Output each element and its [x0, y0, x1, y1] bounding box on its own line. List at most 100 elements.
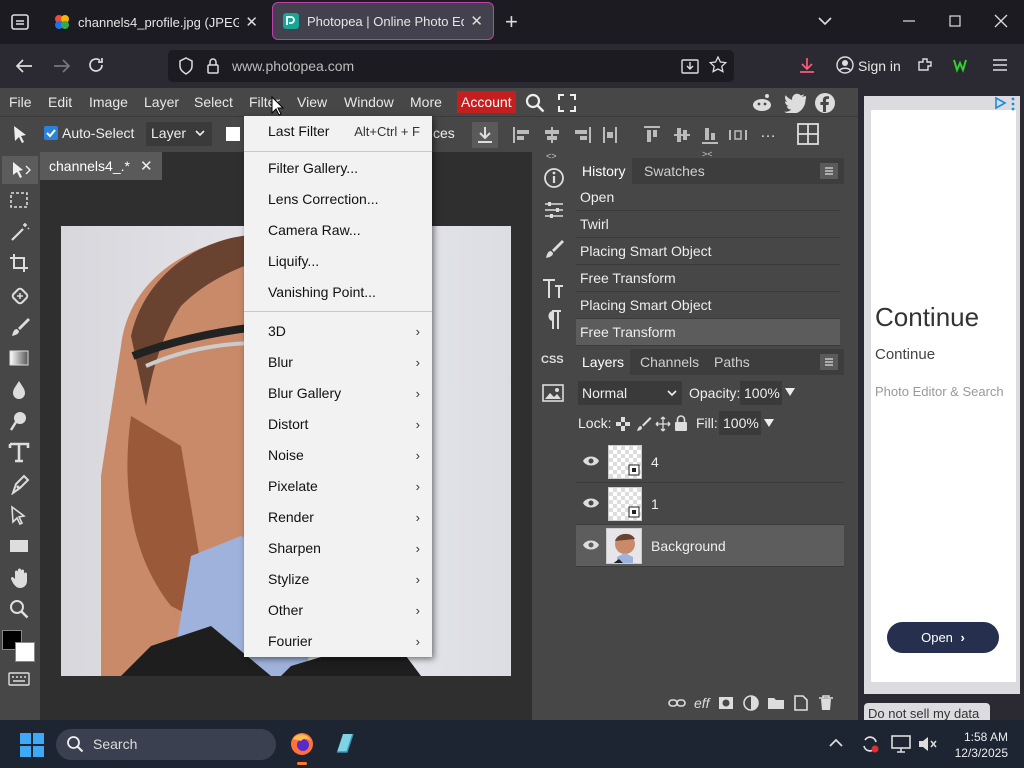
tab-history[interactable]: History [576, 158, 632, 184]
align-right-icon[interactable] [572, 125, 592, 145]
back-arrow-icon[interactable] [14, 57, 34, 75]
history-panel-menu-icon[interactable] [820, 163, 838, 179]
save-page-icon[interactable] [681, 57, 699, 75]
taskbar-search-box[interactable] [56, 729, 276, 760]
taskbar-date[interactable]: 12/3/2025 [948, 746, 1008, 760]
arrange-grid-icon[interactable] [797, 123, 819, 145]
brush-tool-icon[interactable] [9, 316, 31, 338]
menu-select[interactable]: Select [194, 88, 233, 116]
menu-layer[interactable]: Layer [144, 88, 179, 116]
align-middle-icon[interactable] [672, 125, 692, 145]
type-tool-icon[interactable] [8, 441, 30, 463]
tab-close-icon[interactable]: ✕ [239, 13, 258, 31]
menu-item-camera-raw[interactable]: Camera Raw... [244, 215, 432, 246]
keyboard-icon[interactable] [8, 672, 30, 686]
move-tool-icon[interactable] [10, 124, 32, 146]
tab-overview-icon[interactable] [10, 12, 30, 32]
download-align-icon[interactable] [472, 122, 498, 148]
pen-tool-icon[interactable] [9, 473, 31, 495]
ad-subheadline[interactable]: Continue [875, 346, 935, 363]
bookmark-star-icon[interactable] [709, 56, 727, 74]
new-tab-button[interactable]: + [505, 9, 518, 35]
align-center-icon[interactable] [542, 125, 562, 145]
character-icon[interactable] [541, 276, 565, 300]
ad-description[interactable]: Photo Editor & Search [875, 384, 1004, 399]
taskbar-time[interactable]: 1:58 AM [948, 730, 1008, 744]
downloads-icon[interactable] [798, 56, 816, 74]
menu-item-3d[interactable]: 3D › [244, 316, 432, 347]
extensions-icon[interactable] [916, 56, 934, 74]
tray-chevron-up-icon[interactable] [828, 736, 844, 750]
distribute-horizontal-icon[interactable] [728, 125, 748, 145]
opacity-input[interactable]: 100% [740, 381, 782, 405]
menu-item-stylize[interactable]: Stylize › [244, 564, 432, 595]
history-item[interactable]: Free Transform [576, 265, 840, 292]
fullscreen-icon[interactable] [557, 93, 577, 113]
extension-w-icon[interactable] [952, 56, 972, 74]
layer-row-selected[interactable]: Background [576, 525, 844, 567]
visibility-eye-icon[interactable] [582, 539, 600, 551]
layer-row[interactable]: 1 [576, 483, 844, 525]
background-color-swatch[interactable] [15, 642, 35, 662]
monitor-icon[interactable] [891, 735, 911, 753]
menu-item-filter-gallery[interactable]: Filter Gallery... [244, 153, 432, 184]
menu-item-pixelate[interactable]: Pixelate › [244, 471, 432, 502]
info-icon[interactable] [543, 167, 565, 189]
menu-item-blur-gallery[interactable]: Blur Gallery › [244, 378, 432, 409]
layer-effects-button[interactable]: eff [694, 695, 710, 711]
menu-window[interactable]: Window [344, 88, 394, 116]
lock-position-icon[interactable] [655, 416, 671, 432]
menu-more[interactable]: More [410, 88, 442, 116]
history-item[interactable]: Placing Smart Object [576, 238, 840, 265]
lock-transparency-icon[interactable] [616, 417, 630, 431]
menu-item-sharpen[interactable]: Sharpen › [244, 533, 432, 564]
tab-channels[interactable]: Channels [634, 349, 705, 375]
tab-close-icon[interactable]: ✕ [464, 12, 483, 30]
menu-item-blur[interactable]: Blur › [244, 347, 432, 378]
windows-start-icon[interactable] [20, 733, 44, 757]
url-text[interactable]: www.photopea.com [232, 58, 354, 74]
fill-dropdown-arrow-icon[interactable] [763, 417, 775, 429]
brush-settings-icon[interactable] [543, 238, 565, 260]
menu-item-render[interactable]: Render › [244, 502, 432, 533]
move-tool-button[interactable] [2, 156, 38, 184]
app-taskbar-icon[interactable] [333, 732, 357, 756]
layers-panel-menu-icon[interactable] [820, 354, 838, 370]
lock-pixels-brush-icon[interactable] [636, 416, 652, 432]
delete-layer-trash-icon[interactable] [818, 695, 834, 711]
more-options-icon[interactable]: … [760, 124, 776, 142]
history-item-current[interactable]: Free Transform [576, 319, 840, 346]
hamburger-menu-icon[interactable] [991, 57, 1009, 73]
layer-row[interactable]: 4 [576, 441, 844, 483]
fill-input[interactable]: 100% [719, 411, 761, 435]
reddit-icon[interactable] [751, 92, 773, 114]
browser-tab-jpeg[interactable]: channels4_profile.jpg (JPEG Ima ✕ [44, 0, 268, 44]
do-not-sell-link[interactable]: Do not sell my data [864, 703, 990, 720]
account-avatar-icon[interactable] [836, 56, 854, 74]
menu-file[interactable]: File [9, 88, 32, 116]
ad-headline[interactable]: Continue [875, 302, 979, 333]
history-item[interactable]: Twirl [576, 211, 840, 238]
ad-open-button[interactable]: Open › [887, 622, 999, 653]
path-select-tool-icon[interactable] [9, 505, 31, 527]
menu-edit[interactable]: Edit [48, 88, 72, 116]
transform-controls-checkbox[interactable] [226, 127, 240, 141]
align-top-icon[interactable] [642, 125, 662, 145]
lock-all-icon[interactable] [674, 415, 688, 431]
new-layer-icon[interactable] [793, 695, 809, 711]
history-item[interactable]: Placing Smart Object [576, 292, 840, 319]
rectangle-shape-tool-icon[interactable] [9, 537, 29, 555]
layer-mask-icon[interactable] [718, 696, 734, 710]
menu-item-fourier[interactable]: Fourier › [244, 626, 432, 657]
document-tab-close-icon[interactable]: ✕ [140, 157, 153, 175]
gradient-tool-icon[interactable] [9, 348, 29, 368]
hand-tool-icon[interactable] [9, 567, 31, 589]
menu-image[interactable]: Image [89, 88, 128, 116]
twitter-icon[interactable] [784, 93, 806, 113]
adjustments-sliders-icon[interactable] [543, 199, 565, 221]
shield-icon[interactable] [178, 57, 194, 75]
menu-item-noise[interactable]: Noise › [244, 440, 432, 471]
menu-item-other[interactable]: Other › [244, 595, 432, 626]
ad-more-dots-icon[interactable] [1010, 97, 1016, 111]
history-item[interactable]: Open [576, 184, 840, 211]
